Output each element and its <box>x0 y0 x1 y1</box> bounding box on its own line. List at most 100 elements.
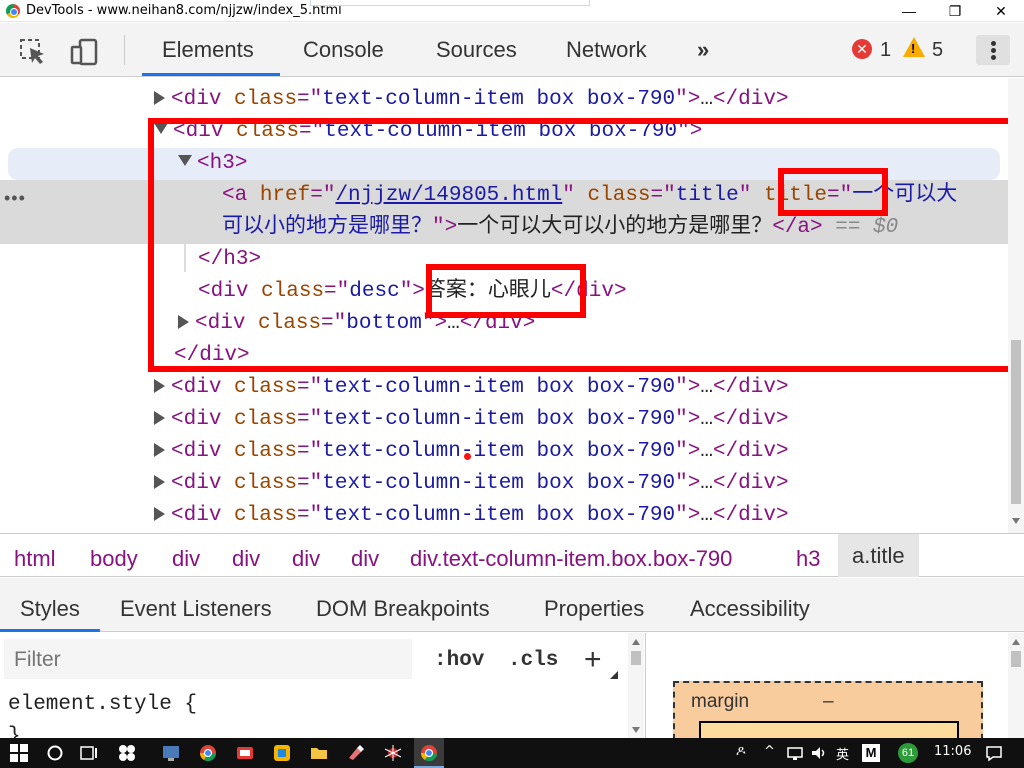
expand-triangle-icon[interactable] <box>154 475 165 489</box>
tray-chevron-icon[interactable]: ^ <box>764 744 775 759</box>
styles-pane: Filter :hov .cls + element.style { } <box>0 633 646 748</box>
tab-console[interactable]: Console <box>303 37 384 63</box>
node-actions-dots[interactable]: ••• <box>4 188 26 209</box>
error-icon[interactable]: ✕ <box>852 39 872 59</box>
margin-label: margin <box>691 691 750 712</box>
filter-placeholder: Filter <box>14 648 61 671</box>
dom-scrollbar[interactable] <box>1008 78 1024 533</box>
task-view-icon[interactable] <box>80 744 98 762</box>
close-window-button[interactable]: ✕ <box>978 0 1024 22</box>
cls-toggle[interactable]: .cls <box>508 649 558 672</box>
chrome-icon <box>6 4 20 18</box>
device-toolbar-icon[interactable] <box>70 37 100 67</box>
pinwheel-icon[interactable] <box>118 744 136 762</box>
expand-triangle-icon[interactable] <box>154 507 165 521</box>
scrollbar-thumb[interactable] <box>631 651 641 665</box>
minimize-button[interactable]: — <box>886 0 932 22</box>
video-app-icon[interactable] <box>236 744 254 762</box>
chrome-taskbar-icon <box>420 745 438 762</box>
tab-accessibility[interactable]: Accessibility <box>690 596 810 622</box>
dom-node-row[interactable]: <div class="text-column-item box box-790… <box>154 372 789 404</box>
breadcrumb-item[interactable]: h3 <box>796 546 820 572</box>
breadcrumb-item[interactable]: div <box>232 546 260 572</box>
warning-icon[interactable]: ! <box>903 37 925 57</box>
scroll-down-arrow-icon[interactable] <box>632 727 640 733</box>
tab-elements[interactable]: Elements <box>162 37 254 63</box>
active-tab-indicator <box>142 73 280 76</box>
breadcrumb-item[interactable]: body <box>90 546 138 572</box>
ime-mode-icon[interactable]: M <box>862 744 880 762</box>
toolbar-separator <box>124 35 125 65</box>
tab-network[interactable]: Network <box>566 37 647 63</box>
maximize-button[interactable]: ❐ <box>932 0 978 22</box>
tray-badge-icon[interactable]: 61 <box>898 743 918 763</box>
hov-toggle[interactable]: :hov <box>434 649 484 672</box>
annotation-box-answer <box>426 264 586 318</box>
dom-node-row[interactable]: <div class="text-column-item box box-790… <box>154 500 789 532</box>
expand-triangle-icon[interactable] <box>154 379 165 393</box>
tab-styles[interactable]: Styles <box>20 596 80 622</box>
styles-subtabs: Styles Event Listeners DOM Breakpoints P… <box>0 578 1024 632</box>
scroll-down-arrow-icon[interactable] <box>1012 518 1020 524</box>
folder-icon[interactable] <box>310 744 328 762</box>
tab-dom-breakpoints[interactable]: DOM Breakpoints <box>316 596 490 622</box>
dom-node-row[interactable]: <div class="text-column-item box box-790… <box>154 436 789 468</box>
notifications-icon[interactable] <box>985 744 1003 762</box>
chrome-taskbar-icon[interactable] <box>199 744 217 762</box>
box-model-pane: margin – <box>647 633 1008 761</box>
dom-node-row[interactable]: <div class="text-column-item box box-790… <box>154 468 789 500</box>
dom-node-row[interactable]: <div class="text-column-item box box-790… <box>154 84 789 116</box>
expand-triangle-icon[interactable] <box>154 443 165 457</box>
network-icon[interactable] <box>786 744 804 762</box>
window-title: DevTools - www.neihan8.com/njjzw/index_5… <box>26 3 342 18</box>
dom-node-row[interactable]: <div class="text-column-item box box-790… <box>154 404 789 436</box>
new-rule-menu-icon[interactable] <box>610 671 618 679</box>
annotation-dot <box>464 453 471 460</box>
dom-tree: ••• <div class="text-column-item box box… <box>0 78 1008 533</box>
scroll-up-arrow-icon[interactable] <box>1012 639 1020 645</box>
windows-start-icon[interactable] <box>10 744 28 762</box>
tab-sources[interactable]: Sources <box>436 37 517 63</box>
screen-app-icon[interactable] <box>162 744 180 762</box>
search-icon[interactable] <box>46 744 64 762</box>
app-icon-yellow[interactable] <box>273 744 291 762</box>
taskbar: ዶ ^ 英 M 61 11:06 <box>0 738 1024 768</box>
styles-scrollbar[interactable] <box>628 633 644 738</box>
spider-app-icon[interactable] <box>384 744 402 762</box>
volume-icon[interactable] <box>810 744 828 762</box>
window-titlebar: DevTools - www.neihan8.com/njjzw/index_5… <box>0 0 1024 22</box>
scrollbar-thumb[interactable] <box>1011 340 1021 504</box>
breadcrumb-item[interactable]: div.text-column-item.box.box-790 <box>410 546 732 572</box>
ime-indicator[interactable]: 英 <box>836 744 849 763</box>
annotation-box-item <box>148 118 1008 372</box>
breadcrumb-item[interactable]: div <box>172 546 200 572</box>
breadcrumb-item-active[interactable]: a.title <box>838 534 919 577</box>
breadcrumb-item[interactable]: div <box>292 546 320 572</box>
more-tabs-button[interactable]: » <box>697 37 709 63</box>
breadcrumb-item[interactable]: div <box>351 546 379 572</box>
clock[interactable]: 11:06 <box>934 744 971 759</box>
paint-app-icon[interactable] <box>347 744 365 762</box>
breadcrumb-item[interactable]: html <box>14 546 56 572</box>
styles-filter-input[interactable]: Filter <box>4 639 412 679</box>
active-subtab-indicator <box>0 629 100 632</box>
active-chrome-taskbar[interactable] <box>414 738 444 768</box>
expand-triangle-icon[interactable] <box>154 411 165 425</box>
kebab-menu-icon[interactable] <box>976 35 1010 65</box>
error-count[interactable]: 1 <box>880 39 891 62</box>
scroll-up-arrow-icon[interactable] <box>632 639 640 645</box>
element-style-rule[interactable]: element.style { <box>8 693 197 716</box>
expand-triangle-icon[interactable] <box>154 91 165 105</box>
annotation-box-title-attr <box>778 168 888 216</box>
devtools-toolbar: Elements Console Sources Network » ✕ 1 !… <box>0 23 1024 77</box>
tab-properties[interactable]: Properties <box>544 596 644 622</box>
margin-value[interactable]: – <box>823 691 834 713</box>
inspect-element-icon[interactable] <box>18 37 48 67</box>
new-style-rule-button[interactable]: + <box>584 643 602 677</box>
warning-count[interactable]: 5 <box>932 39 943 62</box>
boxmodel-scrollbar[interactable] <box>1008 633 1024 738</box>
scrollbar-thumb[interactable] <box>1011 651 1021 667</box>
people-icon[interactable]: ዶ <box>736 744 746 759</box>
urlbar-edge <box>310 0 590 6</box>
tab-event-listeners[interactable]: Event Listeners <box>120 596 272 622</box>
